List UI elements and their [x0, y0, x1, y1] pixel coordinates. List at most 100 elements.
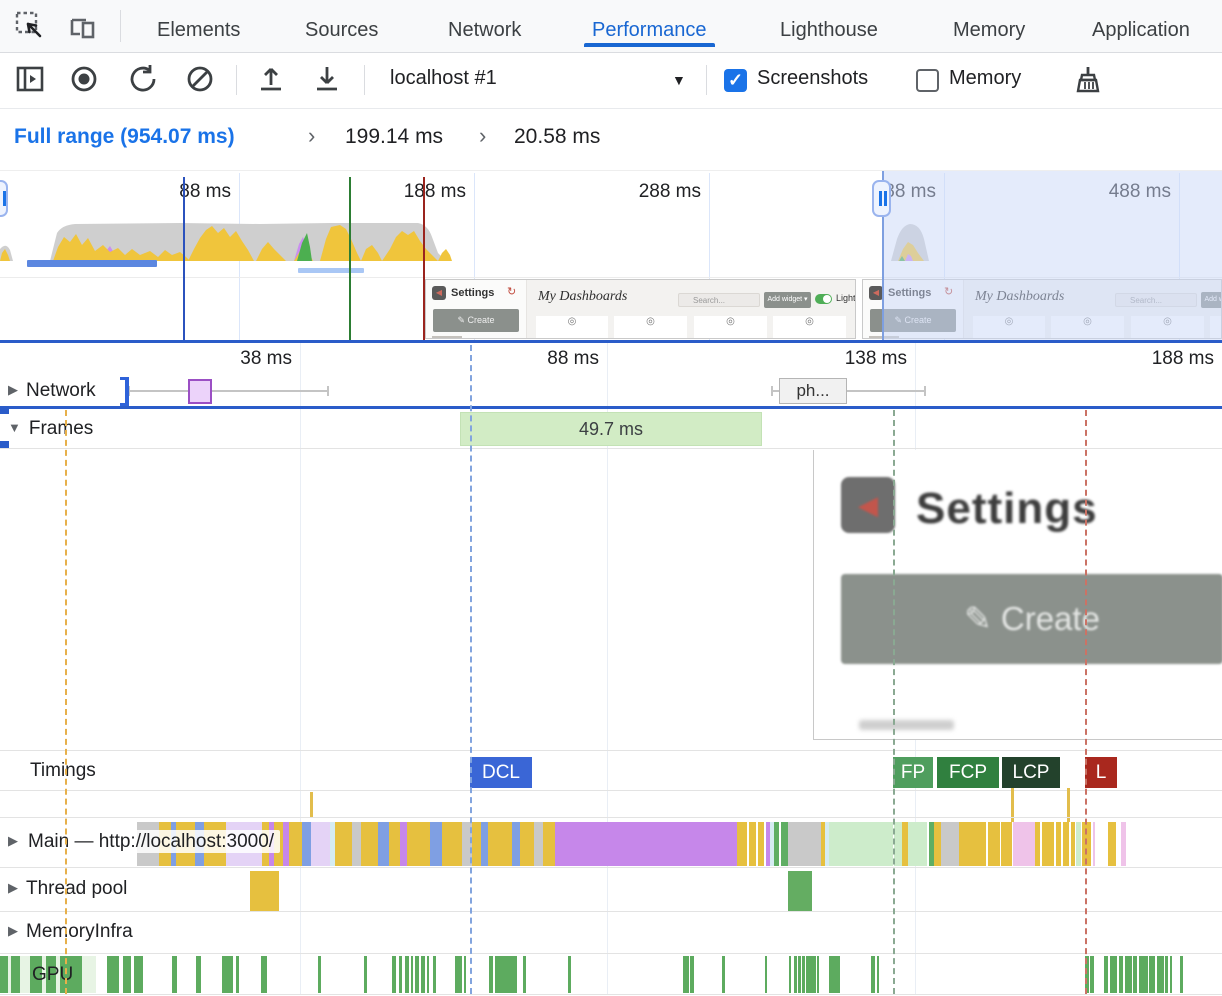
filmstrip-screenshot[interactable]: ◀ Settings ↻ ✎ Create My Dashboards Sear…	[425, 279, 856, 339]
gpu-bar[interactable]	[765, 956, 767, 993]
gpu-bar[interactable]	[794, 956, 797, 993]
flame-segment[interactable]	[488, 822, 512, 866]
gpu-bar[interactable]	[196, 956, 201, 993]
gpu-bar[interactable]	[802, 956, 805, 993]
gpu-bar[interactable]	[0, 956, 8, 993]
flame-segment[interactable]	[737, 822, 747, 866]
gpu-bar[interactable]	[1104, 956, 1108, 993]
memory-checkbox-label[interactable]: Memory	[949, 67, 1021, 90]
flame-segment[interactable]	[352, 822, 361, 866]
flame-segment[interactable]	[335, 822, 352, 866]
gpu-bar[interactable]	[421, 956, 425, 993]
flame-segment[interactable]	[749, 822, 756, 866]
gpu-bar[interactable]	[722, 956, 725, 993]
thread-pool-block[interactable]	[788, 871, 812, 911]
flame-segment[interactable]	[1013, 822, 1035, 866]
gpu-bar[interactable]	[392, 956, 396, 993]
timing-marker-fp[interactable]: FP	[893, 757, 933, 788]
flame-segment[interactable]	[934, 822, 941, 866]
flame-segment[interactable]	[430, 822, 442, 866]
gpu-bar[interactable]	[411, 956, 413, 993]
chevron-right-icon[interactable]: ▶	[8, 833, 18, 848]
flame-segment[interactable]	[758, 822, 764, 866]
gpu-bar[interactable]	[427, 956, 429, 993]
chevron-right-icon[interactable]: ▶	[8, 382, 18, 397]
gpu-bar[interactable]	[690, 956, 694, 993]
gpu-bar[interactable]	[789, 956, 791, 993]
gpu-bar[interactable]	[829, 956, 840, 993]
clear-icon[interactable]	[184, 63, 216, 95]
timing-marker-lcp[interactable]: LCP	[1002, 757, 1060, 788]
selection-handle-right[interactable]	[872, 180, 891, 217]
flame-segment[interactable]	[378, 822, 389, 866]
gpu-bar[interactable]	[683, 956, 689, 993]
gpu-bar[interactable]	[405, 956, 409, 993]
flame-segment[interactable]	[1063, 822, 1069, 866]
gpu-bar[interactable]	[261, 956, 267, 993]
flame-segment[interactable]	[988, 822, 1000, 866]
tab-network[interactable]: Network	[448, 12, 521, 48]
collect-garbage-icon[interactable]	[1072, 64, 1104, 96]
gpu-bar[interactable]	[877, 956, 879, 993]
chevron-down-icon[interactable]: ▼	[672, 72, 686, 88]
tab-sources[interactable]: Sources	[305, 12, 378, 48]
tab-elements[interactable]: Elements	[157, 12, 240, 48]
gpu-bar[interactable]	[11, 956, 20, 993]
timing-marker-l[interactable]: L	[1085, 757, 1117, 788]
flame-segment[interactable]	[481, 822, 488, 866]
gpu-bar[interactable]	[1119, 956, 1123, 993]
gpu-bar[interactable]	[134, 956, 143, 993]
flame-segment[interactable]	[442, 822, 462, 866]
gpu-bar[interactable]	[1170, 956, 1172, 993]
gpu-bar[interactable]	[433, 956, 436, 993]
memory-checkbox[interactable]	[916, 69, 939, 92]
thread-pool-track-label[interactable]: ▶Thread pool	[8, 878, 127, 900]
gpu-bar[interactable]	[806, 956, 816, 993]
gpu-bar[interactable]	[1149, 956, 1155, 993]
device-toolbar-icon[interactable]	[66, 10, 98, 42]
screenshots-checkbox-label[interactable]: Screenshots	[757, 67, 868, 90]
gpu-bar[interactable]	[817, 956, 819, 993]
flame-segment[interactable]	[1093, 822, 1095, 866]
breadcrumb-full-range[interactable]: Full range (954.07 ms)	[14, 125, 235, 149]
flame-segment[interactable]	[1076, 822, 1081, 866]
gpu-bar[interactable]	[1139, 956, 1148, 993]
flame-segment[interactable]	[959, 822, 986, 866]
gpu-bar[interactable]	[364, 956, 367, 993]
frame-duration-block[interactable]: 49.7 ms	[460, 412, 762, 446]
reload-icon[interactable]	[127, 63, 159, 95]
gpu-bar[interactable]	[123, 956, 131, 993]
flame-segment[interactable]	[1042, 822, 1054, 866]
inspect-icon[interactable]	[14, 10, 46, 42]
breadcrumb-level1[interactable]: 199.14 ms	[345, 125, 443, 149]
timings-track-label[interactable]: Timings	[30, 760, 96, 782]
network-request-block[interactable]: ph...	[779, 378, 847, 404]
selection-handle-left[interactable]	[0, 180, 8, 217]
flame-segment[interactable]	[1071, 822, 1075, 866]
network-request-block[interactable]	[188, 379, 212, 404]
gpu-bar[interactable]	[568, 956, 571, 993]
gpu-track-label[interactable]: GPU	[32, 964, 73, 986]
flame-segment[interactable]	[361, 822, 378, 866]
gpu-bar[interactable]	[489, 956, 493, 993]
flame-segment[interactable]	[534, 822, 543, 866]
flame-segment[interactable]	[389, 822, 400, 866]
flame-segment[interactable]	[1035, 822, 1040, 866]
flame-segment[interactable]	[908, 822, 927, 866]
record-icon[interactable]	[68, 63, 100, 95]
gpu-bar[interactable]	[523, 956, 526, 993]
gpu-bar[interactable]	[107, 956, 119, 993]
gpu-bar[interactable]	[464, 956, 466, 993]
flame-segment[interactable]	[289, 822, 302, 866]
gpu-bar[interactable]	[415, 956, 419, 993]
flame-segment[interactable]	[543, 822, 555, 866]
upload-profile-icon[interactable]	[255, 63, 287, 95]
network-track-label[interactable]: ▶Network	[8, 380, 100, 402]
flame-segment[interactable]	[1121, 822, 1126, 866]
flame-segment[interactable]	[774, 822, 779, 866]
gpu-bar[interactable]	[1125, 956, 1132, 993]
gpu-bar[interactable]	[1133, 956, 1137, 993]
gpu-bar[interactable]	[1110, 956, 1117, 993]
gpu-bar[interactable]	[1090, 956, 1094, 993]
flame-segment[interactable]	[302, 822, 311, 866]
